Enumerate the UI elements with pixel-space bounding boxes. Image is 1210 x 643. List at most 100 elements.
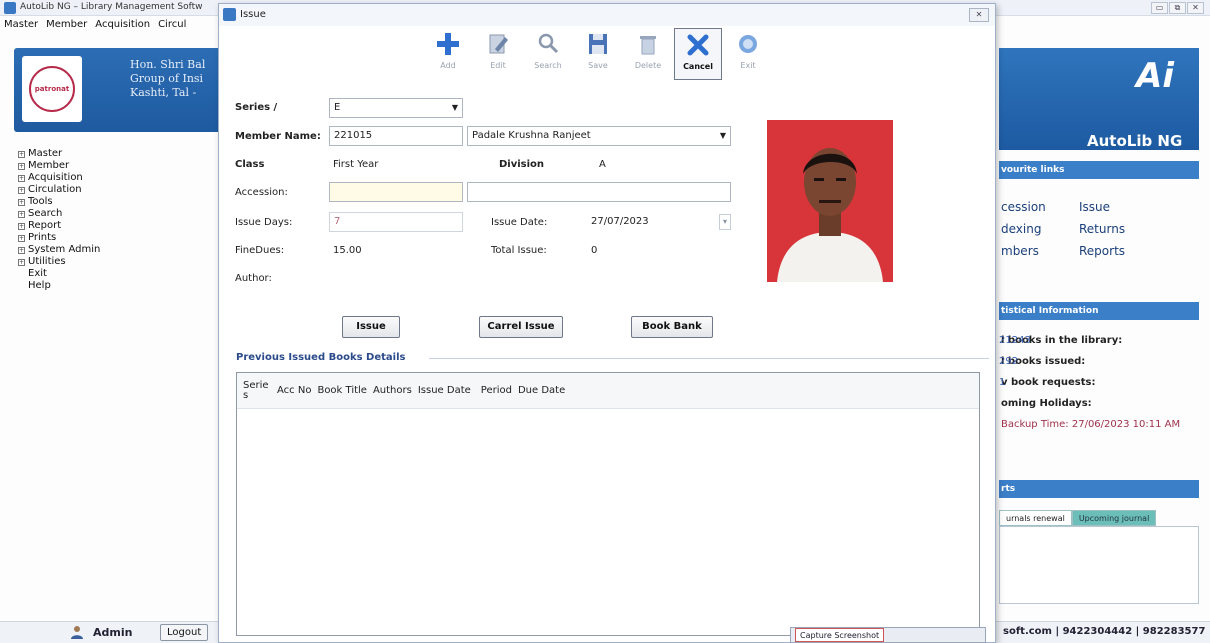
link-members[interactable]: mbers: [999, 240, 1079, 262]
link-reports[interactable]: Reports: [1079, 240, 1125, 262]
previous-issued-title: Previous Issued Books Details: [236, 352, 406, 363]
nav-tree-item[interactable]: + Master: [18, 148, 218, 160]
member-name-label: Member Name:: [235, 131, 321, 142]
nav-tree-item[interactable]: + Acquisition: [18, 172, 218, 184]
logo-text: patronat: [34, 85, 70, 93]
menu-circulation[interactable]: Circul: [158, 17, 186, 33]
stat-value: 21243: [999, 335, 1031, 346]
column-header-period[interactable]: Period: [471, 385, 512, 396]
nav-tree-item[interactable]: + Circulation: [18, 184, 218, 196]
carrel-issue-button[interactable]: Carrel Issue: [479, 316, 563, 338]
expand-icon[interactable]: +: [18, 258, 25, 266]
link-issue[interactable]: Issue: [1079, 196, 1110, 218]
stat-value: 292: [999, 356, 1019, 367]
stat-label: l books issued:: [1001, 356, 1086, 367]
expand-icon[interactable]: +: [18, 210, 25, 218]
institute-line: Kashti, Tal -: [130, 86, 197, 99]
previous-issued-grid[interactable]: Serie s Acc No Book Title Authors Issue …: [236, 372, 980, 636]
tab-journals-renewal[interactable]: urnals renewal: [999, 510, 1072, 526]
expand-icon[interactable]: +: [18, 174, 25, 182]
accession-input[interactable]: [329, 182, 463, 202]
nav-tree-item[interactable]: + Search: [18, 208, 218, 220]
menu-master[interactable]: Master: [4, 17, 38, 33]
institute-banner: patronat Hon. Shri Bal Group of Insi Kas…: [14, 48, 225, 132]
save-label: Save: [588, 61, 608, 70]
user-icon: [70, 625, 84, 639]
edit-button[interactable]: Edit: [474, 28, 522, 80]
chevron-down-icon: ▼: [451, 103, 458, 112]
expand-icon[interactable]: +: [18, 234, 25, 242]
column-header-authors[interactable]: Authors: [367, 385, 412, 396]
search-icon: [535, 31, 561, 57]
menu-acquisition[interactable]: Acquisition: [95, 17, 150, 33]
book-bank-button[interactable]: Book Bank: [631, 316, 713, 338]
series-select[interactable]: E ▼: [329, 98, 463, 118]
expand-icon[interactable]: +: [18, 222, 25, 230]
nav-tree-label: Help: [28, 280, 51, 291]
class-value: First Year: [333, 159, 379, 170]
capture-screenshot-popup[interactable]: Capture Screenshot: [790, 627, 986, 643]
brand-banner: Ai AutoLib NG: [999, 48, 1199, 150]
member-id-value: 221015: [334, 130, 373, 141]
expand-icon[interactable]: +: [18, 150, 25, 158]
add-button[interactable]: Add: [424, 28, 472, 80]
logout-button[interactable]: Logout: [160, 624, 209, 641]
accession-title-field[interactable]: [467, 182, 731, 202]
nav-tree-item[interactable]: Exit: [18, 268, 218, 280]
column-header-due-date[interactable]: Due Date: [512, 385, 565, 396]
nav-tree-label: Prints: [28, 232, 57, 243]
issue-button[interactable]: Issue: [342, 316, 400, 338]
nav-tree-item[interactable]: + Utilities: [18, 256, 218, 268]
expand-icon[interactable]: +: [18, 186, 25, 194]
member-name-select[interactable]: Padale Krushna Ranjeet ▼: [467, 126, 731, 146]
stat-row: Backup Time: 27/06/2023 10:11 AM: [999, 414, 1209, 435]
issue-days-field[interactable]: 7: [329, 212, 463, 232]
link-indexing[interactable]: dexing: [999, 218, 1079, 240]
member-name-value: Padale Krushna Ranjeet: [472, 130, 591, 141]
nav-tree-label: Search: [28, 208, 63, 219]
nav-tree-item[interactable]: + Report: [18, 220, 218, 232]
nav-tree-label: Member: [28, 160, 70, 171]
favorite-links-row: mbers Reports: [999, 240, 1199, 262]
stat-row: l books in the library: 21243: [999, 330, 1209, 351]
nav-tree-item[interactable]: Help: [18, 280, 218, 292]
column-header-series[interactable]: Serie s: [237, 380, 271, 401]
column-header-acc-no[interactable]: Acc No: [271, 385, 311, 396]
tab-upcoming-journal[interactable]: Upcoming journal: [1071, 510, 1157, 526]
menu-member[interactable]: Member: [46, 17, 87, 33]
capture-screenshot-label[interactable]: Capture Screenshot: [795, 628, 885, 642]
expand-icon[interactable]: +: [18, 246, 25, 254]
delete-button[interactable]: Delete: [624, 28, 672, 80]
nav-tree-label: Circulation: [28, 184, 82, 195]
nav-tree-item[interactable]: + Member: [18, 160, 218, 172]
nav-tree-item[interactable]: + Tools: [18, 196, 218, 208]
favorite-links-row: dexing Returns: [999, 218, 1199, 240]
statistics-panel: l books in the library: 21243 l books iss…: [999, 330, 1209, 435]
cancel-button[interactable]: Cancel: [674, 28, 722, 80]
restore-button[interactable]: ⧉: [1169, 2, 1186, 14]
column-header-book-title[interactable]: Book Title: [311, 385, 367, 396]
dialog-close-button[interactable]: ✕: [969, 8, 989, 22]
exit-label: Exit: [740, 61, 756, 70]
column-header-issue-date[interactable]: Issue Date: [412, 385, 471, 396]
issue-days-value: 7: [334, 216, 341, 227]
exit-button[interactable]: Exit: [724, 28, 772, 80]
link-returns[interactable]: Returns: [1079, 218, 1125, 240]
save-button[interactable]: Save: [574, 28, 622, 80]
search-button[interactable]: Search: [524, 28, 572, 80]
close-button[interactable]: ✕: [1187, 2, 1204, 14]
minimize-button[interactable]: ▭: [1151, 2, 1168, 14]
member-id-field[interactable]: 221015: [329, 126, 463, 146]
total-issue-value: 0: [591, 245, 598, 256]
expand-icon[interactable]: +: [18, 198, 25, 206]
calendar-dropdown-icon[interactable]: ▾: [719, 214, 731, 230]
link-accession[interactable]: cession: [999, 196, 1079, 218]
expand-icon[interactable]: +: [18, 162, 25, 170]
nav-tree-item[interactable]: + System Admin: [18, 244, 218, 256]
section-divider: [429, 358, 989, 359]
brand-name: AutoLib NG: [1087, 132, 1183, 150]
nav-tree-label: Acquisition: [28, 172, 83, 183]
division-value: A: [599, 159, 606, 170]
nav-tree-item[interactable]: + Prints: [18, 232, 218, 244]
division-label: Division: [499, 159, 545, 170]
